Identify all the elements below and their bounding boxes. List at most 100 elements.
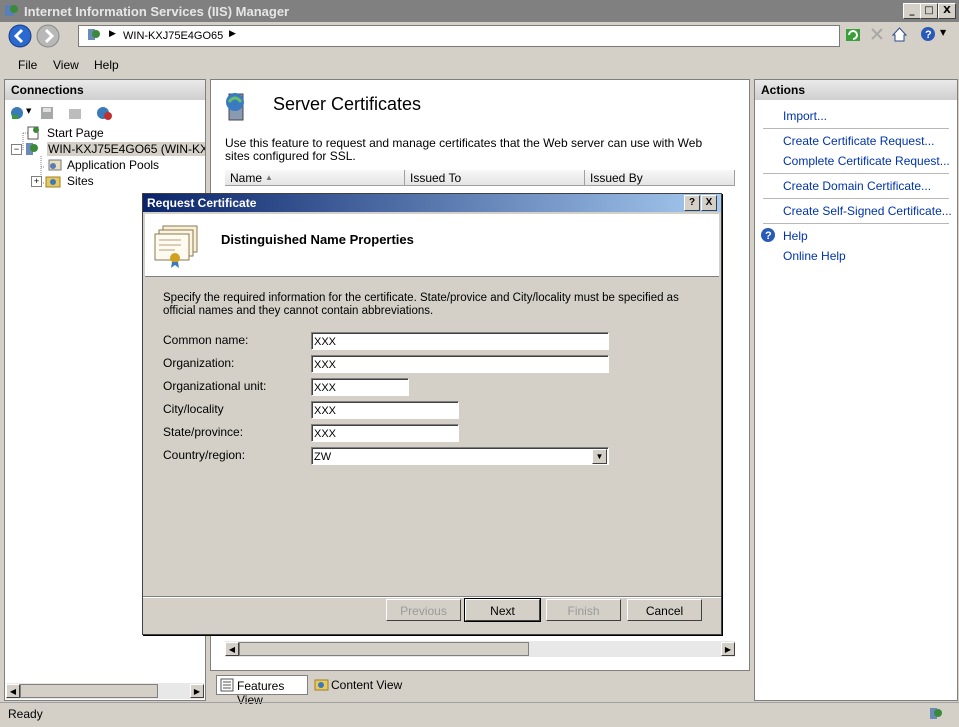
scroll-left-icon[interactable]: ◀ [225, 642, 239, 656]
state-province-field[interactable]: XXX [311, 424, 459, 442]
disconnect-icon[interactable] [95, 105, 113, 121]
help-icon[interactable]: ? [920, 26, 936, 42]
tab-content-view[interactable]: Content View [312, 675, 412, 695]
back-icon[interactable] [8, 24, 32, 48]
action-create-self-signed-certificate[interactable]: Create Self-Signed Certificate... [783, 204, 952, 218]
address-text: WIN-KXJ75E4GO65 [123, 30, 224, 42]
connections-header: Connections [5, 80, 205, 100]
menu-view[interactable]: View [53, 58, 79, 72]
column-issued-by[interactable]: Issued By [585, 170, 735, 186]
breadcrumb-arrow-icon[interactable]: ▶ [229, 29, 236, 39]
feature-hscrollbar[interactable]: ◀ ▶ [225, 641, 735, 657]
scroll-left-icon[interactable]: ◀ [6, 684, 20, 698]
column-name-label: Name [230, 171, 263, 185]
scroll-right-icon[interactable]: ▶ [721, 642, 735, 656]
action-create-domain-certificate[interactable]: Create Domain Certificate... [783, 179, 931, 193]
scroll-thumb[interactable] [20, 684, 158, 698]
scroll-right-icon[interactable]: ▶ [190, 684, 204, 698]
certificates-table-header: Name ▲ Issued To Issued By [225, 170, 735, 187]
forward-icon[interactable] [36, 24, 60, 48]
tab-label: Content View [331, 678, 403, 692]
action-help[interactable]: Help [783, 229, 808, 243]
server-certificates-icon [226, 93, 244, 121]
divider [763, 128, 949, 129]
next-button[interactable]: Next [464, 598, 541, 622]
connections-hscrollbar[interactable]: ◀ ▶ [6, 683, 204, 699]
close-button[interactable]: X [938, 3, 956, 19]
action-import[interactable]: Import... [783, 109, 827, 123]
dialog-help-button[interactable]: ? [684, 195, 700, 211]
content-view-icon [314, 679, 329, 691]
server-icon [26, 143, 38, 155]
chevron-down-icon[interactable]: ▼ [592, 449, 607, 464]
iis-app-icon [5, 5, 18, 16]
refresh-icon[interactable] [845, 27, 861, 43]
action-online-help[interactable]: Online Help [783, 249, 846, 263]
city-locality-label: City/locality [163, 402, 224, 416]
svg-text:?: ? [765, 230, 772, 242]
column-name[interactable]: Name ▲ [225, 170, 405, 186]
connect-globe-icon[interactable] [9, 105, 25, 121]
country-region-select[interactable]: ZW ▼ [311, 447, 609, 465]
status-text: Ready [8, 707, 43, 721]
up-icon[interactable] [67, 105, 83, 121]
features-view-icon [220, 678, 234, 692]
feature-title: Server Certificates [273, 94, 422, 114]
dialog-titlebar: Request Certificate ? X [143, 194, 721, 212]
common-name-label: Common name: [163, 333, 249, 347]
action-create-certificate-request[interactable]: Create Certificate Request... [783, 134, 934, 148]
action-complete-certificate-request[interactable]: Complete Certificate Request... [783, 154, 950, 168]
actions-panel: Actions Import... Create Certificate Req… [754, 79, 958, 701]
dialog-header: Distinguished Name Properties [145, 214, 719, 277]
svg-text:?: ? [925, 29, 932, 41]
collapse-toggle-icon[interactable]: − [11, 144, 22, 155]
cancel-button[interactable]: Cancel [627, 599, 702, 621]
request-certificate-dialog: Request Certificate ? X Distinguished Na… [142, 193, 722, 635]
connection-status-icon [930, 708, 942, 719]
common-name-field[interactable]: XXX [311, 332, 609, 350]
tab-features-view[interactable]: Features View [216, 675, 308, 707]
minimize-button[interactable]: _ [903, 3, 921, 19]
chevron-down-icon[interactable]: ▼ [26, 107, 31, 115]
expand-toggle-icon[interactable]: + [31, 176, 42, 187]
server-icon [88, 29, 100, 40]
dialog-close-button[interactable]: X [701, 195, 717, 211]
sites-folder-icon [45, 176, 61, 188]
breadcrumb-arrow-icon: ▶ [109, 29, 116, 39]
navigation-bar: ▶ WIN-KXJ75E4GO65 ▶ ? ▼ [0, 22, 959, 50]
dialog-instructions: Specify the required information for the… [163, 292, 679, 317]
divider [763, 198, 949, 199]
chevron-down-icon[interactable]: ▼ [940, 28, 946, 37]
dialog-heading: Distinguished Name Properties [221, 232, 414, 247]
tree-label: Application Pools [67, 158, 160, 172]
actions-header: Actions [755, 80, 957, 100]
menu-bar: File View Help [0, 55, 959, 75]
address-field[interactable]: ▶ WIN-KXJ75E4GO65 ▶ [78, 25, 840, 47]
feature-description: Use this feature to request and manage c… [225, 136, 703, 163]
tree-label: WIN-KXJ75E4GO65 (WIN-KXJ75E [47, 142, 205, 156]
column-issued-to[interactable]: Issued To [405, 170, 585, 186]
divider [143, 597, 721, 598]
start-page-icon [27, 126, 39, 140]
home-icon[interactable] [891, 26, 908, 43]
previous-button[interactable]: Previous [386, 599, 461, 621]
organization-field[interactable]: XXX [311, 355, 609, 373]
help-icon: ? [761, 228, 775, 242]
country-region-value: ZW [314, 451, 332, 463]
divider [763, 173, 949, 174]
menu-file[interactable]: File [18, 58, 37, 72]
sort-ascending-icon: ▲ [265, 173, 273, 182]
tree-lines [22, 132, 45, 185]
window-title: Internet Information Services (IIS) Mana… [24, 4, 290, 19]
save-icon[interactable] [39, 105, 55, 121]
maximize-button[interactable]: □ [920, 3, 938, 19]
stop-icon[interactable] [870, 27, 884, 41]
divider [763, 223, 949, 224]
city-locality-field[interactable]: XXX [311, 401, 459, 419]
organization-label: Organization: [163, 356, 235, 370]
finish-button[interactable]: Finish [546, 599, 621, 621]
organizational-unit-field[interactable]: XXX [311, 378, 409, 396]
scroll-thumb[interactable] [239, 642, 529, 656]
dialog-title: Request Certificate [147, 196, 257, 210]
menu-help[interactable]: Help [94, 58, 119, 72]
